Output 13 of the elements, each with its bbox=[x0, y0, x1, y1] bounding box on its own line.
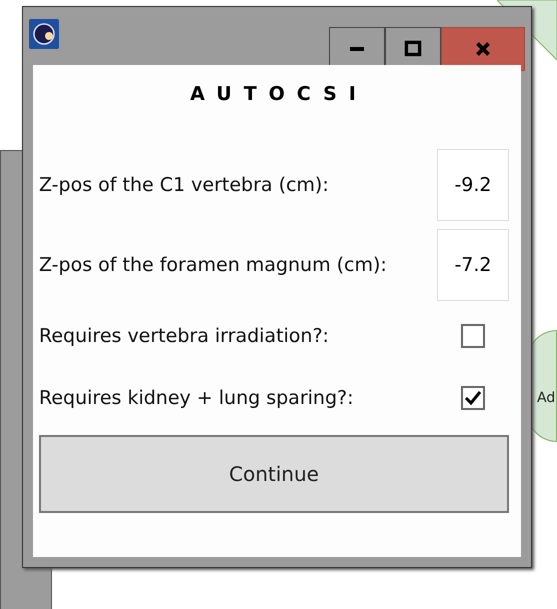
checkbox-label: Requires vertebra irradiation?: bbox=[39, 325, 329, 347]
checkbox[interactable] bbox=[461, 324, 485, 348]
app-icon bbox=[29, 19, 59, 49]
continue-button[interactable]: Continue bbox=[39, 435, 509, 513]
checkbox[interactable] bbox=[461, 386, 485, 410]
input-field[interactable]: -9.2 bbox=[437, 149, 509, 221]
node-label: Ad bbox=[537, 390, 556, 406]
window-title: AUTOCSI bbox=[190, 83, 368, 105]
input-field[interactable]: -7.2 bbox=[437, 229, 509, 301]
minimize-icon bbox=[350, 47, 364, 51]
checkbox-label: Requires kidney + lung sparing?: bbox=[39, 387, 354, 409]
field-label: Z-pos of the C1 vertebra (cm): bbox=[39, 174, 329, 196]
field-label: Z-pos of the foramen magnum (cm): bbox=[39, 254, 387, 276]
